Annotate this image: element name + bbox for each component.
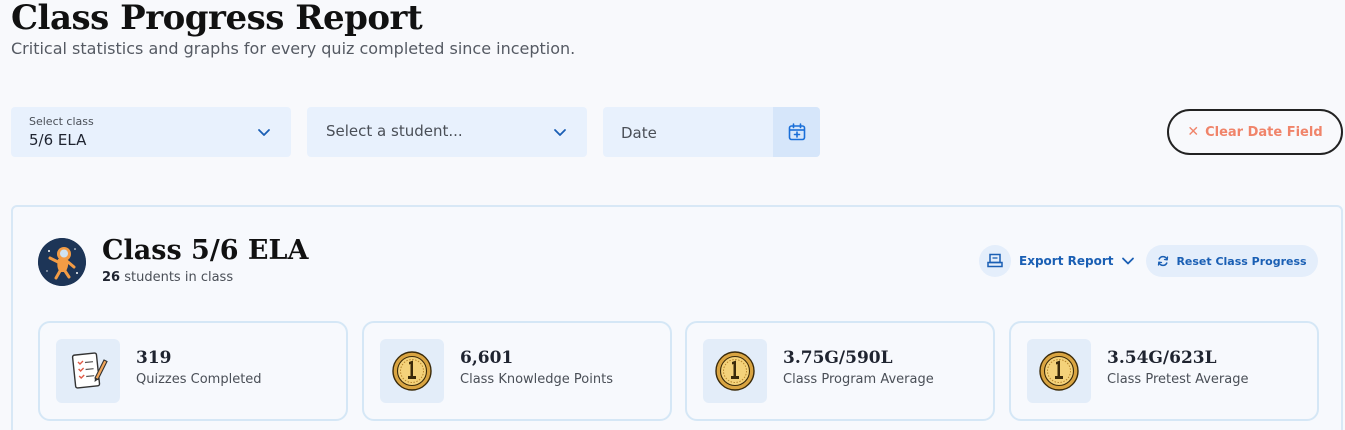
astronaut-icon — [38, 238, 86, 286]
student-select[interactable]: Select a student... — [307, 107, 587, 157]
chevron-down-icon — [1122, 257, 1135, 265]
stat-pretest-average: 3.54G/623L Class Pretest Average — [1009, 321, 1319, 421]
stat-value: 319 — [136, 348, 172, 368]
stat-program-average: 3.75G/590L Class Program Average — [685, 321, 995, 421]
class-summary-card: Class 5/6 ELA 26 students in class Expor… — [11, 205, 1343, 430]
quiz-checklist-icon — [56, 339, 120, 403]
page-title: Class Progress Report — [11, 0, 423, 38]
export-report-button[interactable]: Export Report — [979, 245, 1135, 277]
close-icon: ✕ — [1187, 124, 1200, 140]
class-avatar — [38, 238, 86, 286]
class-select[interactable]: Select class 5/6 ELA — [11, 107, 291, 157]
stat-label: Class Program Average — [783, 372, 934, 387]
date-field-placeholder: Date — [621, 124, 657, 142]
student-count: 26 students in class — [102, 270, 233, 285]
class-title: Class 5/6 ELA — [102, 235, 309, 266]
calendar-icon — [788, 123, 805, 141]
stat-label: Quizzes Completed — [136, 372, 262, 387]
gold-coin-icon — [703, 339, 767, 403]
export-report-label: Export Report — [1019, 254, 1114, 268]
stat-quizzes-completed: 319 Quizzes Completed — [38, 321, 348, 421]
gold-coin-icon — [1027, 339, 1091, 403]
stat-label: Class Pretest Average — [1107, 372, 1249, 387]
page-subtitle: Critical statistics and graphs for every… — [11, 39, 576, 58]
calendar-button[interactable] — [773, 107, 820, 157]
stat-value: 6,601 — [460, 348, 514, 368]
clear-date-label: Clear Date Field — [1205, 124, 1323, 140]
reset-class-progress-label: Reset Class Progress — [1176, 254, 1307, 268]
reset-class-progress-button[interactable]: Reset Class Progress — [1146, 245, 1318, 277]
class-select-label: Select class — [29, 115, 94, 128]
chevron-down-icon — [554, 129, 566, 136]
chevron-down-icon — [258, 129, 270, 136]
stat-value: 3.75G/590L — [783, 348, 893, 368]
stat-value: 3.54G/623L — [1107, 348, 1217, 368]
class-select-value: 5/6 ELA — [29, 131, 87, 149]
date-field[interactable]: Date — [603, 107, 820, 157]
stat-label: Class Knowledge Points — [460, 372, 613, 387]
refresh-icon — [1158, 255, 1169, 267]
stat-knowledge-points: 6,601 Class Knowledge Points — [362, 321, 672, 421]
student-count-label: students in class — [124, 270, 234, 285]
clear-date-button[interactable]: ✕ Clear Date Field — [1167, 109, 1343, 155]
student-select-placeholder: Select a student... — [326, 122, 463, 140]
printer-icon — [979, 245, 1011, 277]
gold-coin-icon — [380, 339, 444, 403]
student-count-number: 26 — [102, 270, 121, 285]
